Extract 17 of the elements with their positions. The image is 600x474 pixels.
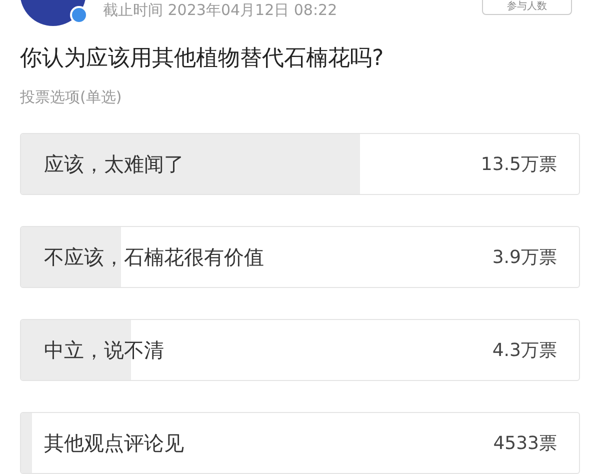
option-label: 中立，说不清	[44, 337, 164, 364]
option-label: 其他观点评论见	[44, 430, 184, 457]
poll-option[interactable]: 其他观点评论见 4533票	[20, 412, 580, 474]
poll-option[interactable]: 中立，说不清 4.3万票	[20, 319, 580, 381]
participants-button[interactable]: 参与人数	[482, 0, 572, 15]
option-label: 应该，太难闻了	[44, 151, 184, 178]
vote-count: 4533票	[493, 432, 557, 456]
option-label: 不应该，石楠花很有价值	[44, 244, 264, 271]
verified-badge-icon	[70, 6, 88, 24]
poll-option[interactable]: 不应该，石楠花很有价值 3.9万票	[20, 226, 580, 288]
poll-option[interactable]: 应该，太难闻了 13.5万票	[20, 133, 580, 195]
vote-count: 4.3万票	[492, 338, 557, 362]
vote-count: 13.5万票	[480, 152, 557, 176]
options-label: 投票选项(单选)	[20, 87, 123, 107]
question-title: 你认为应该用其他植物替代石楠花吗?	[20, 45, 385, 73]
vote-count: 3.9万票	[492, 246, 557, 270]
deadline-text: 截止时间 2023年04月12日 08:22	[103, 0, 338, 21]
